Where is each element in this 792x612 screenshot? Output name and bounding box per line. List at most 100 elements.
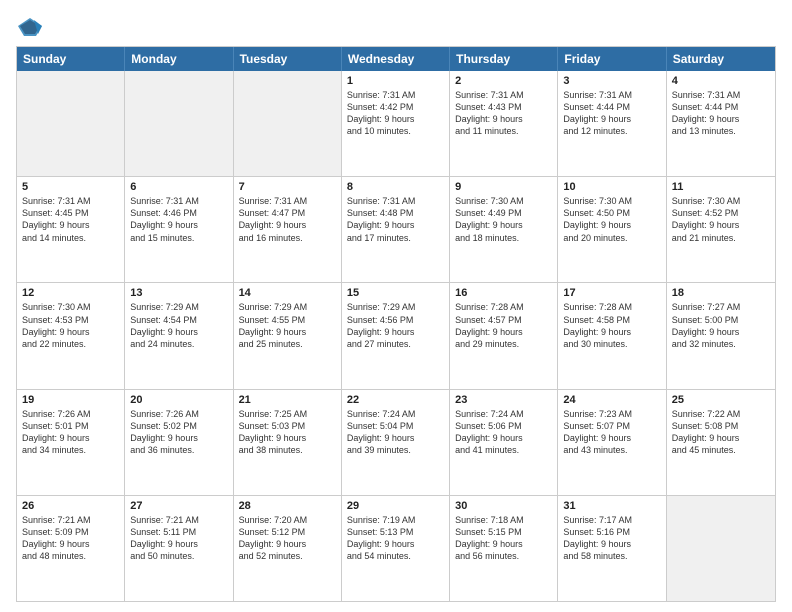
calendar-cell: 19 Sunrise: 7:26 AM Sunset: 5:01 PM Dayli… [17,390,125,495]
logo-icon [16,16,44,38]
day-number: 31 [563,500,660,512]
page: SundayMondayTuesdayWednesdayThursdayFrid… [0,0,792,612]
calendar-cell: 13Sunrise: 7:29 AM Sunset: 4:54 PM Dayli… [125,283,233,388]
cell-info-text: Sunrise: 7:26 AM Sunset: 5:01 PM Dayligh… [22,408,119,457]
col-header-wednesday: Wednesday [342,47,450,71]
col-header-friday: Friday [558,47,666,71]
calendar-cell: 28 Sunrise: 7:20 AM Sunset: 5:12 PM Dayli… [234,496,342,601]
calendar-header-row: SundayMondayTuesdayWednesdayThursdayFrid… [17,47,775,71]
day-number: 23 [455,394,552,406]
calendar-cell [234,71,342,176]
col-header-thursday: Thursday [450,47,558,71]
day-number: 17 [563,287,660,299]
day-number: 30 [455,500,552,512]
calendar-cell: 7 Sunrise: 7:31 AM Sunset: 4:47 PM Daylig… [234,177,342,282]
week-row-1: 1Sunrise: 7:31 AM Sunset: 4:42 PM Daylig… [17,71,775,177]
calendar-cell: 15 Sunrise: 7:29 AM Sunset: 4:56 PM Dayli… [342,283,450,388]
cell-info-text: Sunrise: 7:31 AM Sunset: 4:43 PM Dayligh… [455,89,552,138]
day-number: 1 [347,75,444,87]
col-header-monday: Monday [125,47,233,71]
calendar-cell [125,71,233,176]
day-number: 28 [239,500,336,512]
week-row-3: 12Sunrise: 7:30 AM Sunset: 4:53 PM Dayli… [17,283,775,389]
calendar-cell: 31Sunrise: 7:17 AM Sunset: 5:16 PM Dayli… [558,496,666,601]
cell-info-text: Sunrise: 7:21 AM Sunset: 5:09 PM Dayligh… [22,514,119,563]
day-number: 14 [239,287,336,299]
calendar-cell: 6 Sunrise: 7:31 AM Sunset: 4:46 PM Daylig… [125,177,233,282]
day-number: 27 [130,500,227,512]
calendar-cell: 27 Sunrise: 7:21 AM Sunset: 5:11 PM Dayli… [125,496,233,601]
cell-info-text: Sunrise: 7:30 AM Sunset: 4:50 PM Dayligh… [563,195,660,244]
calendar: SundayMondayTuesdayWednesdayThursdayFrid… [16,46,776,602]
day-number: 7 [239,181,336,193]
day-number: 16 [455,287,552,299]
day-number: 15 [347,287,444,299]
day-number: 18 [672,287,770,299]
cell-info-text: Sunrise: 7:31 AM Sunset: 4:45 PM Dayligh… [22,195,119,244]
day-number: 2 [455,75,552,87]
cell-info-text: Sunrise: 7:28 AM Sunset: 4:58 PM Dayligh… [563,301,660,350]
cell-info-text: Sunrise: 7:26 AM Sunset: 5:02 PM Dayligh… [130,408,227,457]
cell-info-text: Sunrise: 7:29 AM Sunset: 4:56 PM Dayligh… [347,301,444,350]
cell-info-text: Sunrise: 7:24 AM Sunset: 5:06 PM Dayligh… [455,408,552,457]
cell-info-text: Sunrise: 7:20 AM Sunset: 5:12 PM Dayligh… [239,514,336,563]
calendar-cell: 17 Sunrise: 7:28 AM Sunset: 4:58 PM Dayli… [558,283,666,388]
calendar-cell: 21Sunrise: 7:25 AM Sunset: 5:03 PM Dayli… [234,390,342,495]
calendar-cell: 12Sunrise: 7:30 AM Sunset: 4:53 PM Dayli… [17,283,125,388]
cell-info-text: Sunrise: 7:29 AM Sunset: 4:54 PM Dayligh… [130,301,227,350]
calendar-cell: 22 Sunrise: 7:24 AM Sunset: 5:04 PM Dayli… [342,390,450,495]
cell-info-text: Sunrise: 7:31 AM Sunset: 4:44 PM Dayligh… [672,89,770,138]
day-number: 8 [347,181,444,193]
day-number: 19 [22,394,119,406]
col-header-saturday: Saturday [667,47,775,71]
calendar-cell: 30Sunrise: 7:18 AM Sunset: 5:15 PM Dayli… [450,496,558,601]
calendar-body: 1Sunrise: 7:31 AM Sunset: 4:42 PM Daylig… [17,71,775,601]
cell-info-text: Sunrise: 7:31 AM Sunset: 4:46 PM Dayligh… [130,195,227,244]
day-number: 5 [22,181,119,193]
cell-info-text: Sunrise: 7:31 AM Sunset: 4:48 PM Dayligh… [347,195,444,244]
cell-info-text: Sunrise: 7:22 AM Sunset: 5:08 PM Dayligh… [672,408,770,457]
calendar-cell: 23 Sunrise: 7:24 AM Sunset: 5:06 PM Dayli… [450,390,558,495]
calendar-cell: 14 Sunrise: 7:29 AM Sunset: 4:55 PM Dayli… [234,283,342,388]
calendar-cell: 24 Sunrise: 7:23 AM Sunset: 5:07 PM Dayli… [558,390,666,495]
cell-info-text: Sunrise: 7:30 AM Sunset: 4:52 PM Dayligh… [672,195,770,244]
day-number: 3 [563,75,660,87]
calendar-cell: 26 Sunrise: 7:21 AM Sunset: 5:09 PM Dayli… [17,496,125,601]
week-row-4: 19 Sunrise: 7:26 AM Sunset: 5:01 PM Dayli… [17,390,775,496]
cell-info-text: Sunrise: 7:25 AM Sunset: 5:03 PM Dayligh… [239,408,336,457]
week-row-5: 26 Sunrise: 7:21 AM Sunset: 5:09 PM Dayli… [17,496,775,601]
day-number: 11 [672,181,770,193]
cell-info-text: Sunrise: 7:21 AM Sunset: 5:11 PM Dayligh… [130,514,227,563]
calendar-cell: 9Sunrise: 7:30 AM Sunset: 4:49 PM Daylig… [450,177,558,282]
calendar-cell: 11 Sunrise: 7:30 AM Sunset: 4:52 PM Dayli… [667,177,775,282]
calendar-cell [667,496,775,601]
day-number: 4 [672,75,770,87]
day-number: 26 [22,500,119,512]
day-number: 6 [130,181,227,193]
calendar-cell: 8 Sunrise: 7:31 AM Sunset: 4:48 PM Daylig… [342,177,450,282]
calendar-cell: 5 Sunrise: 7:31 AM Sunset: 4:45 PM Daylig… [17,177,125,282]
calendar-cell: 2 Sunrise: 7:31 AM Sunset: 4:43 PM Daylig… [450,71,558,176]
day-number: 29 [347,500,444,512]
calendar-cell: 10 Sunrise: 7:30 AM Sunset: 4:50 PM Dayli… [558,177,666,282]
day-number: 10 [563,181,660,193]
calendar-cell: 4 Sunrise: 7:31 AM Sunset: 4:44 PM Daylig… [667,71,775,176]
cell-info-text: Sunrise: 7:29 AM Sunset: 4:55 PM Dayligh… [239,301,336,350]
cell-info-text: Sunrise: 7:27 AM Sunset: 5:00 PM Dayligh… [672,301,770,350]
cell-info-text: Sunrise: 7:19 AM Sunset: 5:13 PM Dayligh… [347,514,444,563]
calendar-cell [17,71,125,176]
col-header-sunday: Sunday [17,47,125,71]
cell-info-text: Sunrise: 7:23 AM Sunset: 5:07 PM Dayligh… [563,408,660,457]
calendar-cell: 25Sunrise: 7:22 AM Sunset: 5:08 PM Dayli… [667,390,775,495]
calendar-cell: 16Sunrise: 7:28 AM Sunset: 4:57 PM Dayli… [450,283,558,388]
cell-info-text: Sunrise: 7:31 AM Sunset: 4:44 PM Dayligh… [563,89,660,138]
logo [16,16,48,38]
day-number: 22 [347,394,444,406]
cell-info-text: Sunrise: 7:31 AM Sunset: 4:47 PM Dayligh… [239,195,336,244]
week-row-2: 5 Sunrise: 7:31 AM Sunset: 4:45 PM Daylig… [17,177,775,283]
calendar-cell: 18 Sunrise: 7:27 AM Sunset: 5:00 PM Dayli… [667,283,775,388]
calendar-cell: 20 Sunrise: 7:26 AM Sunset: 5:02 PM Dayli… [125,390,233,495]
cell-info-text: Sunrise: 7:24 AM Sunset: 5:04 PM Dayligh… [347,408,444,457]
day-number: 20 [130,394,227,406]
day-number: 24 [563,394,660,406]
